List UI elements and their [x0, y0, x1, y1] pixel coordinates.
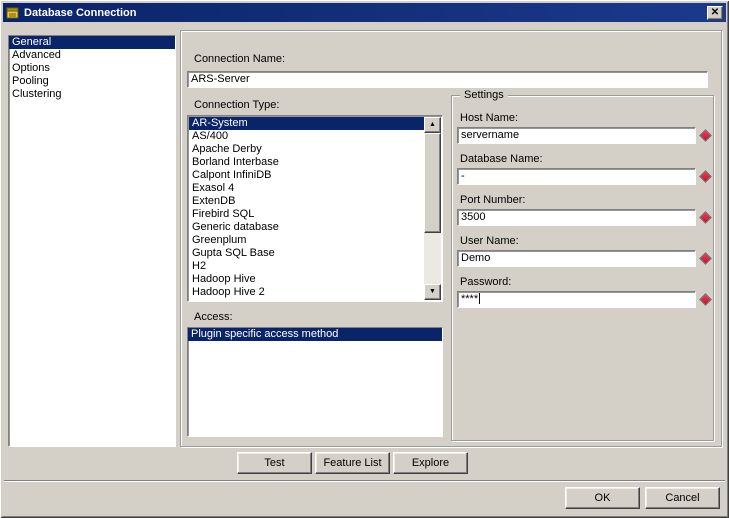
settings-field-password: Password: **** [457, 276, 710, 308]
required-field-diamond-icon [699, 211, 712, 224]
required-field-diamond-icon [699, 293, 712, 306]
access-label: Access: [194, 311, 233, 324]
database-connection-dialog: Database Connection ✕ GeneralAdvancedOpt… [0, 0, 729, 518]
required-field-diamond-icon [699, 129, 712, 142]
settings-legend: Settings [460, 89, 508, 102]
connection-type-option-hadoop-hive[interactable]: Hadoop Hive [189, 273, 424, 286]
action-buttons: TestFeature ListExplore [237, 452, 468, 474]
sidebar-item-advanced[interactable]: Advanced [9, 49, 175, 62]
feature-list-button[interactable]: Feature List [315, 452, 390, 474]
required-field-diamond-icon [699, 252, 712, 265]
required-field-diamond-icon [699, 170, 712, 183]
connection-name-input[interactable]: ARS-Server [187, 71, 708, 88]
database-icon [6, 6, 20, 20]
scrollbar[interactable]: ▲ ▼ [424, 117, 441, 300]
cancel-button[interactable]: Cancel [645, 487, 720, 509]
connection-type-option-as-400[interactable]: AS/400 [189, 130, 424, 143]
text-cursor [479, 293, 480, 304]
footer-separator [4, 480, 725, 482]
connection-type-option-ar-system[interactable]: AR-System [189, 117, 424, 130]
close-button[interactable]: ✕ [707, 6, 723, 20]
port-number-value: 3500 [461, 211, 485, 223]
host-name-value: servername [461, 129, 519, 141]
database-name-label: Database Name: [457, 153, 710, 166]
password-input[interactable]: **** [457, 291, 696, 308]
window-title: Database Connection [24, 7, 703, 19]
password-label: Password: [457, 276, 710, 289]
connection-type-option-generic-database[interactable]: Generic database [189, 221, 424, 234]
connection-type-option-calpont-infinidb[interactable]: Calpont InfiniDB [189, 169, 424, 182]
connection-name-label: Connection Name: [194, 53, 285, 66]
sidebar-item-general[interactable]: General [9, 36, 175, 49]
password-value: **** [461, 293, 478, 305]
access-list: Plugin specific access method [187, 327, 443, 437]
host-name-input[interactable]: servername [457, 127, 696, 144]
explore-button[interactable]: Explore [393, 452, 468, 474]
user-name-value: Demo [461, 252, 490, 264]
connection-type-option-firebird-sql[interactable]: Firebird SQL [189, 208, 424, 221]
test-button[interactable]: Test [237, 452, 312, 474]
scroll-up-icon[interactable]: ▲ [424, 117, 441, 133]
ok-button[interactable]: OK [565, 487, 640, 509]
port-number-input[interactable]: 3500 [457, 209, 696, 226]
connection-name-value: ARS-Server [191, 73, 250, 85]
host-name-label: Host Name: [457, 112, 710, 125]
connection-type-list: AR-SystemAS/400Apache DerbyBorland Inter… [187, 115, 443, 302]
connection-type-label: Connection Type: [194, 99, 279, 112]
settings-field-database-name: Database Name: - [457, 153, 710, 185]
user-name-label: User Name: [457, 235, 710, 248]
connection-type-option-borland-interbase[interactable]: Borland Interbase [189, 156, 424, 169]
connection-type-option-exasol-4[interactable]: Exasol 4 [189, 182, 424, 195]
main-panel: Connection Name: ARS-Server Connection T… [180, 30, 722, 447]
connection-type-option-greenplum[interactable]: Greenplum [189, 234, 424, 247]
connection-type-option-gupta-sql-base[interactable]: Gupta SQL Base [189, 247, 424, 260]
user-name-input[interactable]: Demo [457, 250, 696, 267]
database-name-input[interactable]: - [457, 168, 696, 185]
sidebar-item-clustering[interactable]: Clustering [9, 88, 175, 101]
sidebar-item-pooling[interactable]: Pooling [9, 75, 175, 88]
port-number-label: Port Number: [457, 194, 710, 207]
scroll-down-icon[interactable]: ▼ [424, 284, 441, 300]
connection-type-option-apache-derby[interactable]: Apache Derby [189, 143, 424, 156]
settings-field-host-name: Host Name: servername [457, 112, 710, 144]
scrollbar-thumb[interactable] [424, 133, 441, 233]
settings-field-port-number: Port Number: 3500 [457, 194, 710, 226]
connection-type-option-hadoop-hive-2[interactable]: Hadoop Hive 2 [189, 286, 424, 299]
access-option-plugin-specific-access-method[interactable]: Plugin specific access method [188, 328, 442, 341]
database-name-value: - [461, 170, 465, 182]
sidebar-item-options[interactable]: Options [9, 62, 175, 75]
titlebar[interactable]: Database Connection ✕ [3, 3, 726, 22]
settings-group: Settings Host Name:servernameDatabase Na… [451, 95, 714, 441]
connection-type-option-extendb[interactable]: ExtenDB [189, 195, 424, 208]
category-list: GeneralAdvancedOptionsPoolingClustering [8, 35, 176, 447]
connection-type-option-h2[interactable]: H2 [189, 260, 424, 273]
settings-field-user-name: User Name: Demo [457, 235, 710, 267]
